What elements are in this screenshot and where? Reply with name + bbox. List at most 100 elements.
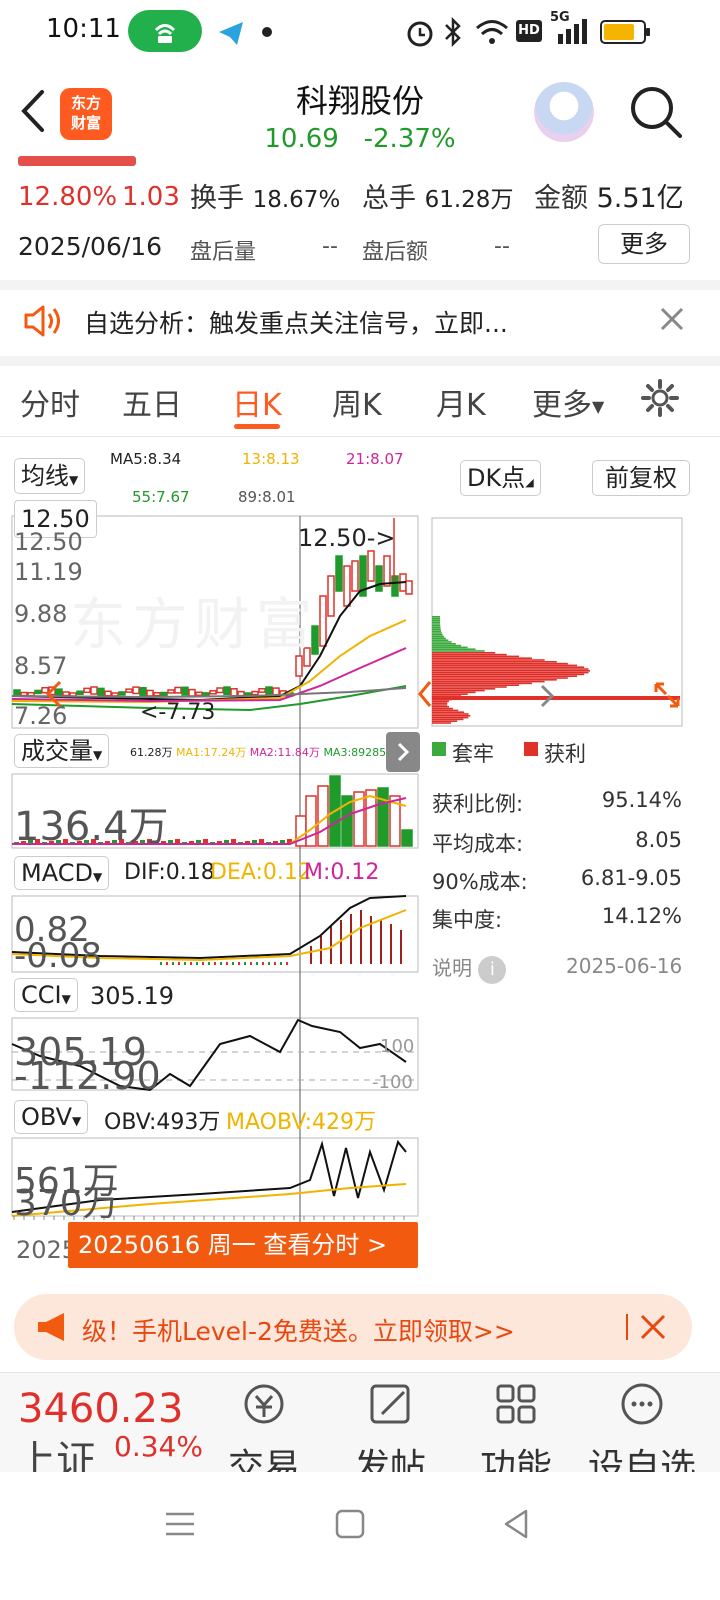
volume-bar	[377, 787, 389, 847]
chip-bar	[432, 619, 441, 622]
obv-value: OBV:493万	[104, 1110, 221, 1135]
after-vol-value: --	[322, 234, 338, 259]
chip-row-90-cost: 90%成本: 6.81-9.05	[432, 866, 682, 896]
tab-five-day[interactable]: 五日	[122, 380, 182, 424]
expand-indicators-button[interactable]	[386, 732, 420, 772]
total-hands: 总手 61.28万	[362, 176, 513, 215]
chip-bar	[432, 644, 462, 647]
after-vol-label: 盘后量	[190, 240, 257, 265]
dk-point-button[interactable]: DK点◢	[460, 460, 541, 496]
candle	[251, 690, 259, 696]
chip-right-arrow-icon[interactable]	[536, 682, 558, 710]
chip-bar	[432, 650, 485, 652]
ma5-label: MA5:8.34	[110, 450, 182, 468]
tab-weekly-k[interactable]: 周K	[332, 380, 382, 424]
search-icon[interactable]	[628, 84, 684, 140]
chip-distribution-chart[interactable]	[430, 516, 690, 728]
level2-promo-text[interactable]: 级！手机Level-2免费送。立即领取>>	[82, 1312, 515, 1348]
chip-bar	[432, 621, 441, 623]
dropdown-caret-icon: ▼	[93, 748, 103, 762]
candle	[375, 565, 383, 592]
stock-price: 10.69	[264, 124, 339, 154]
candle	[153, 691, 161, 697]
chip-row-profit-ratio: 获利比例: 95.14%	[432, 788, 682, 818]
chip-bar	[432, 688, 496, 690]
menu-icon[interactable]	[160, 1504, 200, 1544]
more-quote-button[interactable]: 更多	[598, 224, 690, 264]
divider	[0, 356, 720, 366]
chip-left-arrow-icon[interactable]	[412, 678, 440, 710]
chip-bar	[432, 718, 464, 721]
y-tick-1: 12.50	[14, 528, 83, 556]
chip-bar	[432, 680, 545, 683]
candle	[209, 690, 217, 695]
assistant-avatar[interactable]	[534, 82, 594, 142]
macd-dea: DEA:0.12	[210, 860, 312, 885]
tab-more[interactable]: 更多▼	[532, 380, 604, 424]
view-intraday-banner[interactable]: 20250616 周一 查看分时 >	[68, 1222, 418, 1268]
chip-bar	[432, 641, 452, 643]
bluetooth-icon	[445, 16, 461, 48]
candle	[146, 689, 154, 697]
candle	[223, 686, 231, 696]
settings-gear-icon[interactable]	[640, 378, 680, 418]
volume-indicator-selector[interactable]: 成交量▼	[14, 734, 110, 768]
macd-bar	[244, 962, 246, 965]
index-value[interactable]: 3460.23	[18, 1386, 183, 1432]
chip-bar	[432, 720, 458, 722]
chip-bar	[432, 655, 520, 658]
stock-change-pct: -2.37%	[363, 124, 456, 154]
macd-bar	[172, 962, 174, 965]
tab-daily-k[interactable]: 日K	[232, 380, 282, 424]
candle	[174, 686, 182, 694]
volume-bar	[365, 789, 377, 847]
tab-intraday[interactable]: 分时	[20, 380, 80, 424]
chip-bar	[432, 637, 446, 640]
telegram-icon	[219, 22, 243, 45]
candle	[195, 691, 203, 697]
obv-selector[interactable]: OBV▼	[14, 1100, 89, 1134]
macd-bar	[310, 946, 312, 964]
chip-date: 2025-06-16	[566, 954, 683, 978]
back-triangle-icon[interactable]	[496, 1504, 536, 1544]
chip-row-value: 14.12%	[601, 904, 682, 928]
legend-profit: 获利	[544, 742, 586, 766]
close-notice-icon[interactable]	[656, 303, 688, 335]
chip-bar	[432, 648, 476, 650]
trade-icon	[244, 1384, 284, 1424]
close-banner-icon[interactable]	[638, 1312, 668, 1342]
macd-bar	[160, 962, 162, 965]
macd-label: MACD	[21, 859, 93, 887]
price-adjust-button[interactable]: 前复权	[592, 460, 690, 496]
candle	[405, 580, 413, 595]
index-change[interactable]: 0.34%	[114, 1430, 203, 1463]
candle	[181, 686, 189, 696]
tab-monthly-k[interactable]: 月K	[436, 380, 486, 424]
candle	[237, 690, 245, 697]
macd-bar	[360, 910, 362, 964]
dropdown-caret-icon: ▼	[592, 397, 605, 416]
tab-more-label: 更多	[532, 388, 592, 423]
macd-bar	[262, 962, 264, 965]
home-icon[interactable]	[330, 1504, 370, 1544]
chip-row-label: 获利比例:	[432, 792, 524, 816]
cci-label: CCI	[21, 981, 62, 1009]
battery-icon	[600, 20, 650, 44]
scroll-left-icon[interactable]	[40, 676, 70, 712]
active-tab-indicator	[234, 424, 280, 429]
notice-text[interactable]: 自选分析：触发重点关注信号，立即...	[84, 304, 508, 340]
expand-icon[interactable]	[652, 680, 682, 710]
system-nav-bar	[0, 1472, 720, 1600]
chip-row-value: 8.05	[635, 828, 682, 852]
hotspot-pill[interactable]	[128, 10, 202, 52]
cci-value: 305.19	[90, 982, 174, 1010]
chip-row-concentration: 集中度: 14.12%	[432, 904, 682, 934]
chip-bar	[432, 722, 452, 724]
macd-selector[interactable]: MACD▼	[14, 856, 110, 890]
ma-selector[interactable]: 均线▼	[14, 458, 86, 494]
more-dots-icon	[621, 1383, 663, 1425]
y-tick-3: 9.88	[14, 600, 68, 628]
cci-selector[interactable]: CCI▼	[14, 978, 78, 1012]
macd-bar	[232, 962, 234, 965]
chip-note-link[interactable]: 说明 i	[432, 952, 507, 984]
